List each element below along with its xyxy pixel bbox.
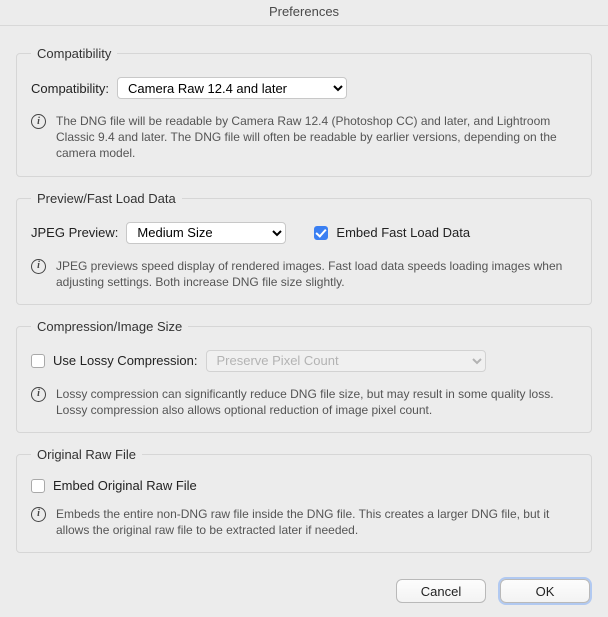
jpeg-preview-label: JPEG Preview: (31, 225, 118, 240)
lossy-mode-select: Preserve Pixel Count (206, 350, 486, 372)
original-info-text: Embeds the entire non-DNG raw file insid… (56, 506, 577, 538)
compatibility-select[interactable]: Camera Raw 12.4 and later (117, 77, 347, 99)
jpeg-preview-select[interactable]: Medium Size (126, 222, 286, 244)
legend-preview: Preview/Fast Load Data (31, 191, 182, 206)
info-icon: i (31, 259, 46, 274)
dialog-footer: Cancel OK (396, 579, 590, 603)
info-icon: i (31, 114, 46, 129)
dialog-content: Compatibility Compatibility: Camera Raw … (0, 26, 608, 553)
info-icon: i (31, 387, 46, 402)
legend-compression: Compression/Image Size (31, 319, 188, 334)
embed-fast-load-field[interactable]: Embed Fast Load Data (314, 225, 470, 240)
group-compression: Compression/Image Size Use Lossy Compres… (16, 319, 592, 433)
use-lossy-field[interactable]: Use Lossy Compression: (31, 353, 198, 368)
embed-original-field[interactable]: Embed Original Raw File (31, 478, 197, 493)
embed-fast-load-label: Embed Fast Load Data (336, 225, 470, 240)
embed-original-label: Embed Original Raw File (53, 478, 197, 493)
group-preview: Preview/Fast Load Data JPEG Preview: Med… (16, 191, 592, 305)
info-icon: i (31, 507, 46, 522)
ok-button[interactable]: OK (500, 579, 590, 603)
preview-info-text: JPEG previews speed display of rendered … (56, 258, 577, 290)
legend-original-raw: Original Raw File (31, 447, 142, 462)
window-title: Preferences (0, 0, 608, 26)
compatibility-info-text: The DNG file will be readable by Camera … (56, 113, 577, 162)
group-compatibility: Compatibility Compatibility: Camera Raw … (16, 46, 592, 177)
embed-original-checkbox[interactable] (31, 479, 45, 493)
legend-compatibility: Compatibility (31, 46, 117, 61)
use-lossy-label: Use Lossy Compression: (53, 353, 198, 368)
compression-info-text: Lossy compression can significantly redu… (56, 386, 577, 418)
embed-fast-load-checkbox[interactable] (314, 226, 328, 240)
group-original-raw: Original Raw File Embed Original Raw Fil… (16, 447, 592, 553)
compatibility-label: Compatibility: (31, 81, 109, 96)
cancel-button[interactable]: Cancel (396, 579, 486, 603)
use-lossy-checkbox[interactable] (31, 354, 45, 368)
